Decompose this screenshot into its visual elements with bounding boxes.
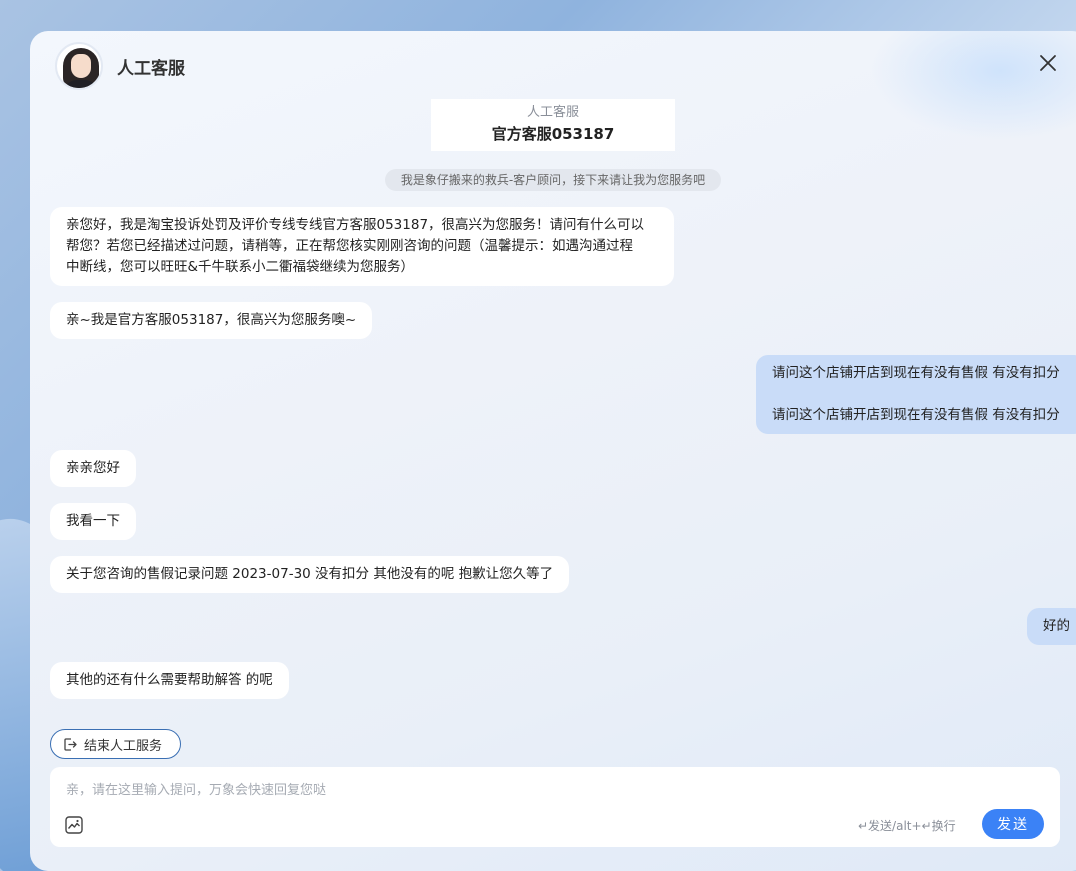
agent-card: 人工客服 官方客服053187	[431, 99, 675, 151]
shortcut-hint: ↵发送/alt+↵换行	[858, 819, 956, 833]
window-glow	[870, 31, 1076, 141]
end-service-label: 结束人工服务	[84, 738, 163, 754]
input-area: ↵发送/alt+↵换行 发送	[50, 767, 1060, 847]
close-button[interactable]	[1036, 51, 1060, 75]
image-upload-button[interactable]	[64, 815, 86, 837]
exit-icon	[64, 737, 77, 751]
agent-card-name: 官方客服053187	[491, 125, 615, 143]
message-bubble-agent: 我看一下	[50, 503, 136, 540]
message-bubble-agent: 亲您好，我是淘宝投诉处罚及评价专线专线官方客服053187，很高兴为您服务！请问…	[50, 207, 674, 286]
message-bubble-user: 请问这个店铺开店到现在有没有售假 有没有扣分 请问这个店铺开店到现在有没有售假 …	[756, 355, 1076, 434]
end-service-button[interactable]: 结束人工服务	[50, 729, 181, 759]
chat-header: 人工客服	[55, 41, 185, 91]
avatar	[55, 42, 103, 90]
message-input[interactable]	[66, 779, 826, 801]
system-note: 我是象仔搬来的救兵-客户顾问，接下来请让我为您服务吧	[385, 169, 721, 191]
close-icon	[1040, 55, 1056, 71]
send-button[interactable]: 发送	[982, 809, 1044, 839]
message-bubble-agent: 其他的还有什么需要帮助解答 的呢	[50, 662, 289, 699]
message-bubble-agent: 亲亲您好	[50, 450, 136, 487]
message-bubble-user: 好的	[1027, 608, 1076, 645]
chat-window: 人工客服 人工客服 官方客服053187 我是象仔搬来的救兵-客户顾问，接下来请…	[30, 31, 1076, 871]
agent-card-subtitle: 人工客服	[526, 105, 579, 120]
message-bubble-agent: 亲~我是官方客服053187，很高兴为您服务噢~	[50, 302, 373, 339]
image-icon	[65, 816, 83, 834]
message-bubble-agent: 关于您咨询的售假记录问题 2023-07-30 没有扣分 其他没有的呢 抱歉让您…	[50, 556, 570, 593]
header-title: 人工客服	[117, 58, 185, 79]
